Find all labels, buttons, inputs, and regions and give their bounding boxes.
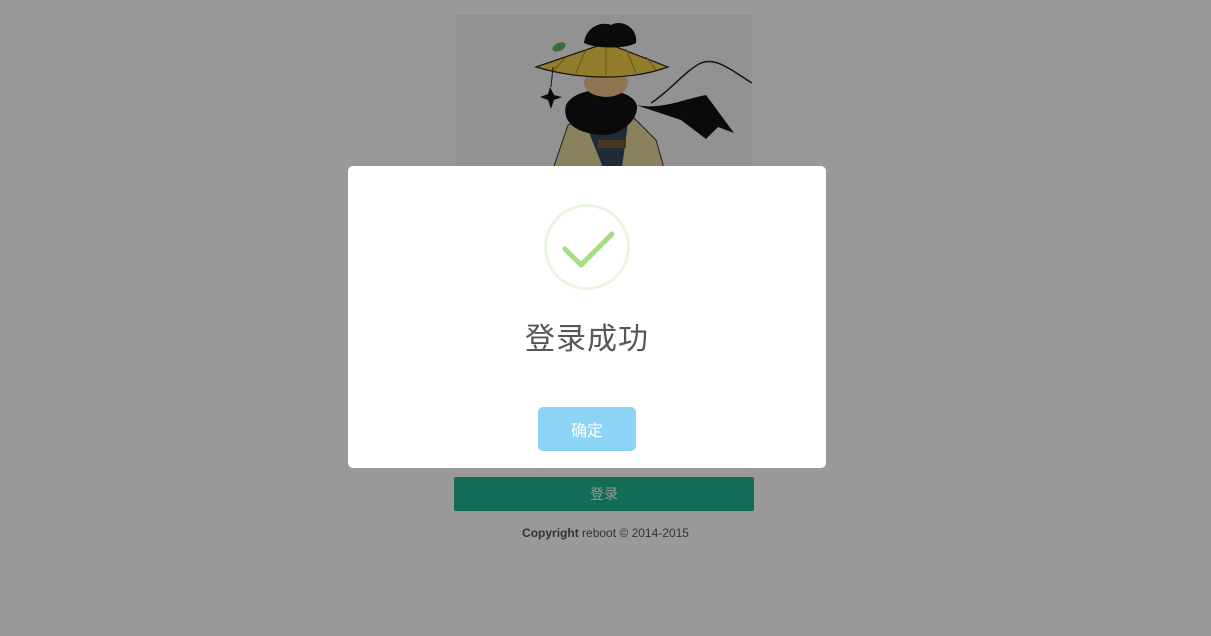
dialog-title: 登录成功 — [525, 322, 649, 357]
success-dialog: 登录成功 确定 — [348, 166, 826, 468]
confirm-button[interactable]: 确定 — [538, 407, 636, 451]
login-page: 登录 Copyright reboot © 2014-2015 登录成功 确定 — [0, 0, 1211, 636]
success-check-icon — [543, 203, 631, 291]
